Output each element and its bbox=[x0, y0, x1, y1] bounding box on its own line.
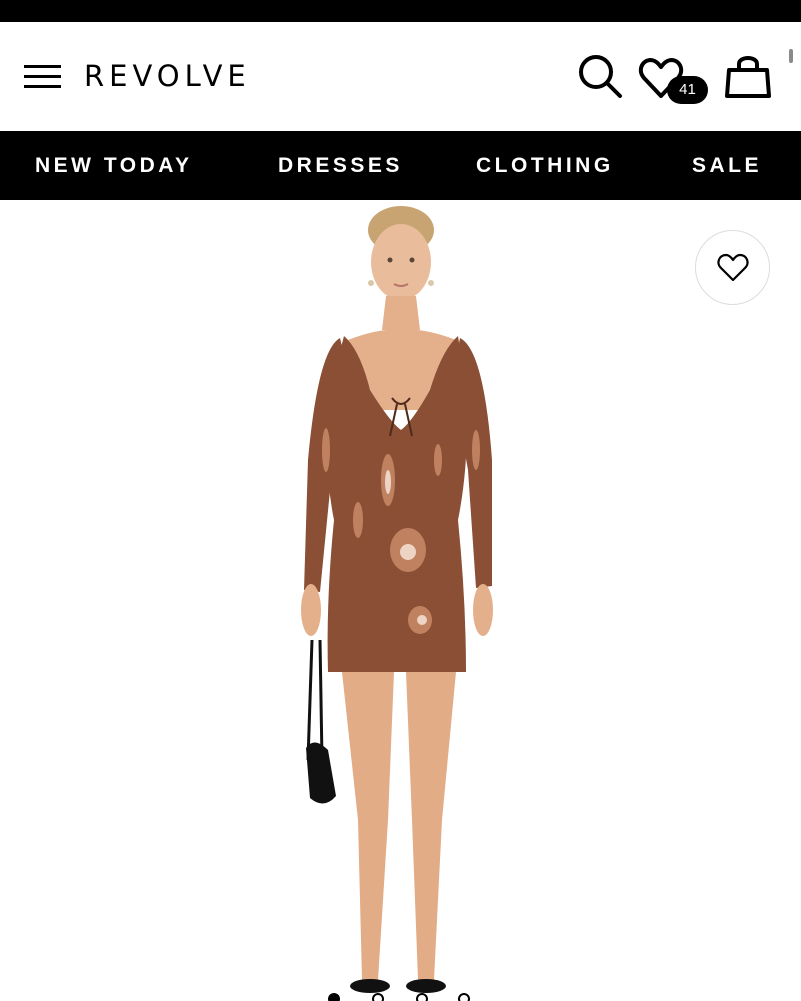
status-bar bbox=[0, 0, 801, 22]
nav-item-sale[interactable]: SALE bbox=[692, 131, 762, 200]
wishlist-count-badge: 41 bbox=[667, 76, 708, 104]
scroll-indicator bbox=[789, 49, 793, 63]
favorite-button[interactable] bbox=[695, 230, 770, 305]
nav-item-dresses[interactable]: DRESSES bbox=[278, 131, 403, 200]
heart-outline-icon bbox=[717, 253, 749, 282]
gallery-dot[interactable] bbox=[416, 993, 428, 1001]
product-gallery bbox=[0, 200, 801, 1001]
gallery-dot[interactable] bbox=[372, 993, 384, 1001]
gallery-dot-active[interactable] bbox=[328, 993, 340, 1001]
gallery-pagination bbox=[326, 993, 476, 1001]
nav-item-clothing[interactable]: CLOTHING bbox=[476, 131, 614, 200]
hamburger-menu-icon[interactable] bbox=[24, 65, 61, 89]
main-nav: NEW TODAY DRESSES CLOTHING SALE bbox=[0, 131, 801, 200]
gallery-dot[interactable] bbox=[458, 993, 470, 1001]
product-image[interactable] bbox=[270, 200, 530, 1001]
shopping-bag-icon[interactable] bbox=[724, 52, 772, 100]
site-header: REVOLVE 41 bbox=[0, 22, 801, 131]
site-logo[interactable]: REVOLVE bbox=[84, 59, 251, 93]
nav-item-new-today[interactable]: NEW TODAY bbox=[35, 131, 193, 200]
search-icon[interactable] bbox=[576, 52, 624, 100]
